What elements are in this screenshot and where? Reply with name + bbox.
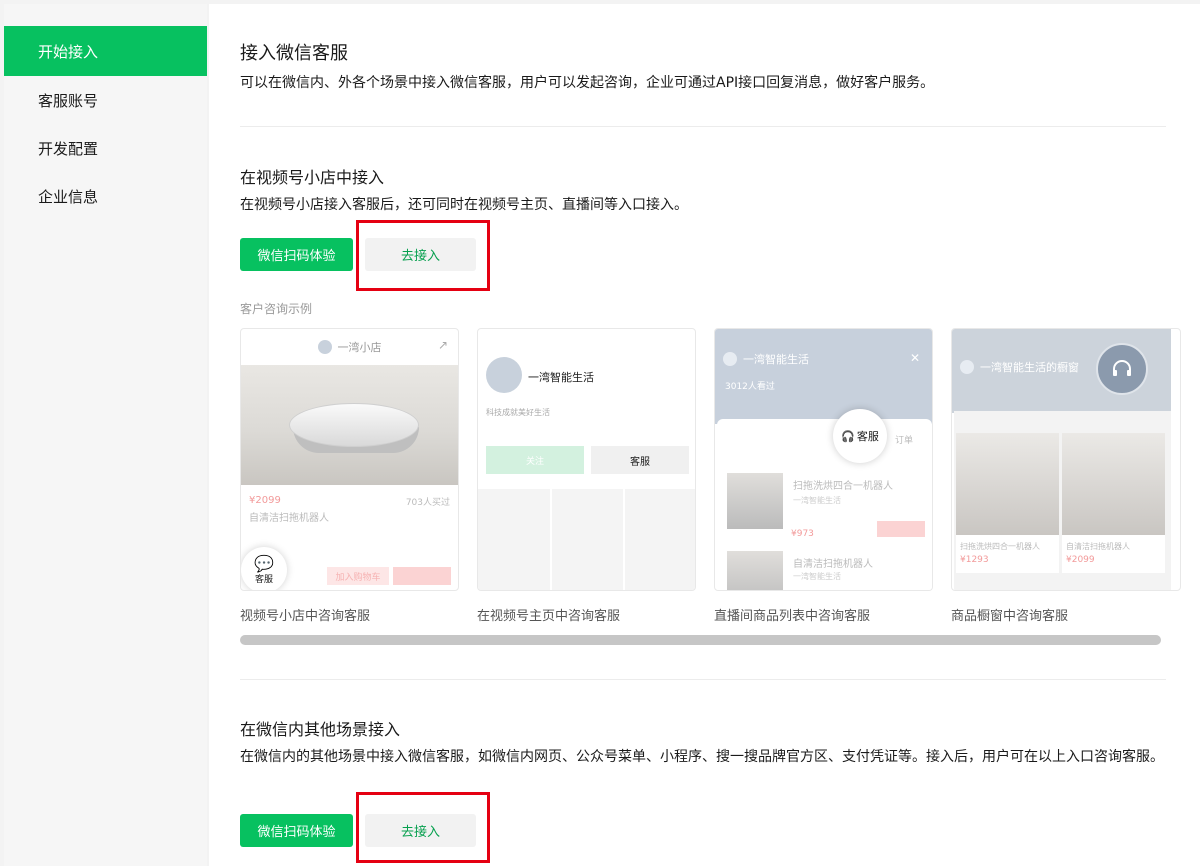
- account-name: 一湾智能生活: [528, 371, 594, 384]
- live-account-name: 一湾智能生活: [743, 353, 809, 366]
- scan-experience-button-2[interactable]: 微信扫码体验: [240, 814, 353, 847]
- buy-button: [393, 567, 451, 585]
- product-name: 自清洁扫拖机器人: [1066, 542, 1130, 551]
- divider: [240, 679, 1166, 680]
- showcase-title: 一湾智能生活的橱窗: [960, 359, 1079, 375]
- list-item-image: [727, 473, 783, 529]
- section-other-description: 在微信内的其他场景中接入微信客服，如微信内网页、公众号菜单、小程序、搜一搜品牌官…: [240, 749, 1164, 765]
- follow-button: 关注: [486, 446, 584, 474]
- viewer-count: 3012人看过: [725, 382, 775, 392]
- list-item-image: [727, 551, 783, 590]
- headset-icon: [1096, 343, 1148, 395]
- sidebar-item-dev-config[interactable]: 开发配置: [4, 124, 207, 172]
- headset-svg: [1113, 360, 1131, 376]
- showcase-product: 扫拖洗烘四合一机器人 ¥1293: [956, 433, 1059, 573]
- order-label: 订单: [895, 436, 914, 446]
- sidebar-item-company-info[interactable]: 企业信息: [4, 172, 207, 220]
- robot-vacuum-image: [289, 403, 419, 447]
- chat-bubble-icon: 💬: [254, 553, 274, 573]
- sidebar-item-accounts[interactable]: 客服账号: [4, 76, 207, 124]
- store-logo-icon: [317, 340, 332, 354]
- example-caption-store: 视频号小店中咨询客服: [240, 609, 371, 624]
- section-other-title: 在微信内其他场景接入: [240, 720, 401, 739]
- list-item-title: 自清洁扫拖机器人: [793, 559, 873, 570]
- close-icon: ✕: [909, 351, 920, 365]
- product-image: [1062, 433, 1165, 535]
- card-header: 一湾小店: [241, 329, 458, 365]
- product-price: ¥2099: [249, 495, 281, 506]
- list-item-buy-button: [877, 521, 925, 537]
- list-item-price: ¥973: [791, 529, 814, 539]
- customer-service-bubble: 🎧 客服: [833, 409, 887, 463]
- example-caption-showcase: 商品橱窗中咨询客服: [951, 609, 1069, 624]
- account-logo-icon: [960, 360, 974, 374]
- example-card-store: 一湾小店 ↗ ¥2099 703人买过 自清洁扫拖机器人 💬 客服 加入购物车: [240, 328, 459, 591]
- showcase-title-text: 一湾智能生活的橱窗: [980, 361, 1079, 374]
- account-tagline: 科技成就美好生活: [486, 408, 550, 417]
- video-grid: [478, 489, 695, 590]
- example-caption-live: 直播间商品列表中咨询客服: [714, 609, 871, 624]
- customer-service-bubble: 💬 客服: [241, 547, 287, 590]
- live-header: [715, 329, 932, 424]
- examples-label: 客户咨询示例: [240, 302, 313, 316]
- product-name: 自清洁扫拖机器人: [249, 513, 329, 524]
- list-item-subtitle: 一湾智能生活: [793, 572, 841, 581]
- divider: [240, 126, 1166, 127]
- product-image: [956, 433, 1059, 535]
- main-content: 接入微信客服 可以在微信内、外各个场景中接入微信客服，用户可以发起咨询，企业可通…: [209, 4, 1200, 866]
- example-card-live: 一湾智能生活 3012人看过 ✕ 扫拖洗烘四合一机器人 一湾智能生活 自清洁扫拖…: [714, 328, 933, 591]
- example-card-profile: 一湾智能生活 科技成就美好生活 关注 客服: [477, 328, 696, 591]
- page-title: 接入微信客服: [240, 43, 348, 64]
- showcase-product: 自清洁扫拖机器人 ¥2099: [1062, 433, 1165, 573]
- section-channels-title: 在视频号小店中接入: [240, 168, 385, 187]
- live-title: 一湾智能生活: [723, 351, 809, 367]
- store-name: 一湾小店: [337, 341, 382, 354]
- section-channels-description: 在视频号小店接入客服后，还可同时在视频号主页、直播间等入口接入。: [240, 197, 688, 213]
- app-window: 开始接入 客服账号 开发配置 企业信息 接入微信客服 可以在微信内、外各个场景中…: [0, 0, 1200, 866]
- headset-icon: 🎧: [841, 429, 855, 443]
- sidebar-item-start[interactable]: 开始接入: [4, 26, 207, 76]
- share-icon: ↗: [437, 338, 448, 352]
- product-sold-count: 703人买过: [405, 498, 450, 508]
- cs-label: 客服: [856, 430, 879, 443]
- account-logo-icon: [723, 352, 737, 366]
- cs-button: 客服: [591, 446, 689, 474]
- product-price: ¥2099: [1066, 555, 1095, 565]
- highlight-box: [356, 220, 490, 291]
- product-price: ¥1293: [960, 555, 989, 565]
- sidebar: 开始接入 客服账号 开发配置 企业信息: [4, 4, 207, 866]
- cs-label: 客服: [254, 574, 273, 585]
- product-name: 扫拖洗烘四合一机器人: [960, 542, 1040, 551]
- highlight-box: [356, 792, 490, 863]
- horizontal-scrollbar[interactable]: [240, 635, 1161, 645]
- list-item-subtitle: 一湾智能生活: [793, 496, 841, 505]
- list-item-title: 扫拖洗烘四合一机器人: [793, 481, 893, 492]
- page-description: 可以在微信内、外各个场景中接入微信客服，用户可以发起咨询，企业可通过API接口回…: [240, 75, 935, 91]
- product-image: [241, 365, 458, 485]
- example-caption-profile: 在视频号主页中咨询客服: [477, 609, 621, 624]
- add-to-cart-button: 加入购物车: [327, 567, 389, 585]
- example-card-showcase: 一湾智能生活的橱窗 扫拖洗烘四合一机器人 ¥1293 自清洁扫拖机器人 ¥209…: [951, 328, 1181, 591]
- scan-experience-button[interactable]: 微信扫码体验: [240, 238, 353, 271]
- avatar: [486, 357, 522, 393]
